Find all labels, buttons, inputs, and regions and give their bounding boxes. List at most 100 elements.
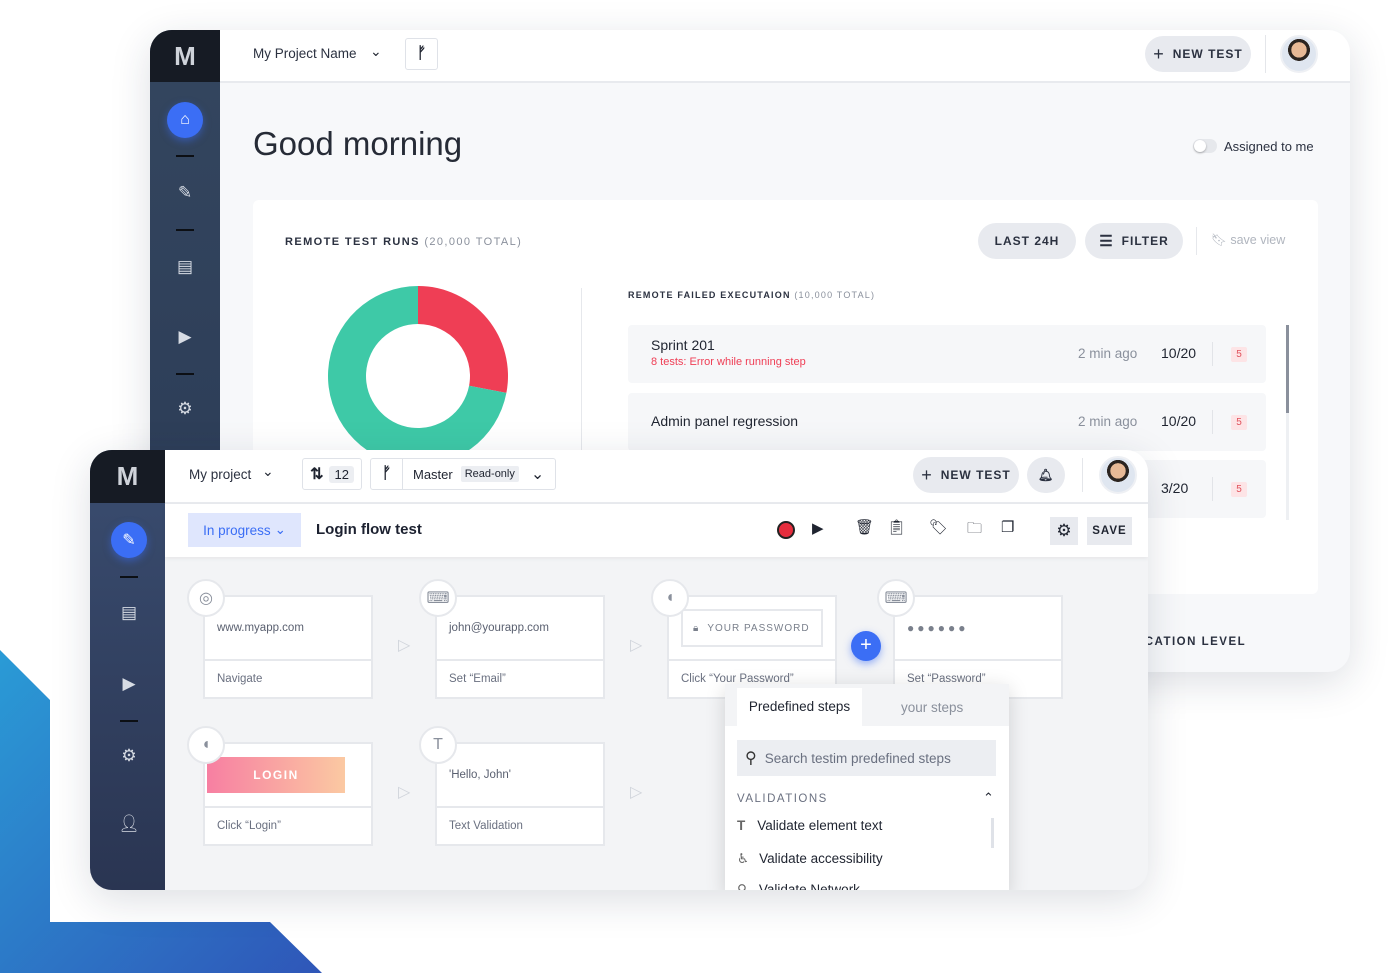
steps-panel: Predefined steps your steps ⚲ Search test… (725, 684, 1009, 890)
runs-donut-chart (328, 286, 508, 466)
assigned-toggle[interactable] (1193, 139, 1217, 153)
branch-selector[interactable]: ᚠ Master Read-only ⌄ (370, 458, 556, 490)
chevron-up-icon[interactable]: ⌃ (983, 790, 994, 806)
row-score: 3/20 (1161, 480, 1189, 496)
level-label: ICATION LEVEL (1140, 636, 1247, 648)
divider (1212, 342, 1213, 366)
step-card[interactable]: www.myapp.com Navigate (203, 595, 373, 699)
list-item[interactable]: ⚲ Validate Network (737, 882, 860, 890)
chevron-down-icon[interactable]: ⌄ (262, 463, 274, 480)
add-folder-icon[interactable]: 🗀 (967, 518, 982, 543)
arrow-icon: ▷ (398, 637, 411, 654)
play-icon[interactable]: ▶ (167, 327, 203, 347)
new-test-button[interactable]: + NEW TEST (1145, 36, 1251, 72)
accessibility-icon: ♿︎ (737, 851, 750, 866)
notifications-button[interactable]: 🔔︎ (1027, 457, 1065, 493)
scrollbar[interactable] (1286, 325, 1289, 520)
divider (120, 720, 138, 722)
new-test-label: NEW TEST (1172, 47, 1243, 61)
runs-title: REMOTE TEST RUNS (20,000 TOTAL) (285, 236, 523, 248)
project-selector[interactable]: My project (189, 467, 251, 482)
new-test-label: NEW TEST (940, 468, 1011, 482)
branch-icon: ᚠ (371, 459, 403, 489)
list-item[interactable]: ♿︎ Validate accessibility (737, 851, 883, 867)
steps-search-input[interactable]: ⚲ Search testim predefined steps (737, 740, 996, 776)
divider (1212, 477, 1213, 501)
divider (120, 576, 138, 578)
trash-icon[interactable]: 🗑︎ (855, 518, 874, 536)
count-badge: 5 (1231, 415, 1247, 430)
status-dropdown[interactable]: In progress ⌄ (188, 513, 301, 547)
record-icon[interactable] (777, 521, 795, 539)
step-value: john@yourapp.com (449, 622, 549, 634)
list-item[interactable]: T Validate element text (737, 818, 882, 833)
play-icon[interactable]: ▶ (812, 519, 824, 537)
failed-execution-row[interactable]: Admin panel regression 2 min ago 10/20 5 (628, 393, 1266, 451)
divider (1265, 35, 1266, 73)
divider (1212, 410, 1213, 434)
divider (176, 373, 194, 375)
plus-icon: + (1153, 43, 1165, 64)
editor-window: M ✎ ▤ ▶ ⚙ 👤︎ My project ⌄ ⇅ 12 ᚠ Master R… (90, 450, 1148, 890)
row-score: 10/20 (1161, 413, 1197, 429)
step-action: Navigate (217, 673, 263, 685)
pull-request-icon: ⇅ (310, 466, 324, 483)
project-selector[interactable]: My Project Name (253, 46, 357, 61)
mouse-icon: ◖ (187, 726, 225, 764)
play-icon[interactable]: ▶ (111, 674, 147, 694)
pull-requests-button[interactable]: ⇅ 12 (302, 458, 362, 490)
last-24h-button[interactable]: LAST 24H (978, 223, 1076, 259)
failed-title: REMOTE FAILED EXECUTAION (10,000 TOTAL) (628, 290, 876, 300)
new-test-button[interactable]: + NEW TEST (913, 457, 1019, 493)
user-icon[interactable]: 👤︎ (111, 814, 147, 834)
tab-your-steps[interactable]: your steps (901, 700, 963, 715)
sidebar: M ✎ ▤ ▶ ⚙ 👤︎ (90, 450, 165, 890)
arrow-icon: ▷ (630, 784, 643, 801)
logo: M (150, 30, 220, 82)
row-time: 2 min ago (1078, 346, 1138, 361)
divider (1082, 458, 1083, 492)
filter-label: FILTER (1121, 234, 1169, 248)
avatar[interactable] (1099, 456, 1137, 494)
copy-icon[interactable]: ❐ (1001, 518, 1014, 536)
step-value: www.myapp.com (217, 622, 304, 634)
tag-icon[interactable]: 🏷︎ (929, 518, 948, 536)
chrome-icon: ◎ (187, 579, 225, 617)
step-action: Click “Login” (217, 820, 281, 832)
failed-execution-row[interactable]: Sprint 201 8 tests: Error while running … (628, 325, 1266, 383)
scrollbar[interactable] (991, 818, 994, 848)
keyboard-icon: ⌨ (419, 579, 457, 617)
pencil-icon[interactable]: ✎ (167, 183, 203, 203)
save-button[interactable]: SAVE (1087, 517, 1132, 545)
tab-predefined-steps[interactable]: Predefined steps (737, 688, 862, 726)
list-icon[interactable]: ▤ (167, 257, 203, 277)
branch-button[interactable]: ᚠ (405, 38, 438, 70)
logo: M (90, 450, 165, 503)
avatar[interactable] (1280, 35, 1318, 73)
filter-button[interactable]: ☰ FILTER (1085, 223, 1183, 259)
row-error: 8 tests: Error while running step (651, 356, 806, 368)
home-icon[interactable]: ⌂ (167, 102, 203, 138)
row-name: Admin panel regression (651, 413, 799, 429)
add-step-button[interactable]: + (851, 631, 881, 661)
step-action: Set “Email” (449, 673, 506, 685)
chevron-down-icon[interactable]: ⌄ (370, 43, 382, 60)
clipboard-icon[interactable]: 📋︎ (887, 518, 906, 536)
step-card[interactable]: 'Hello, John' Text Validation (435, 742, 605, 846)
step-card[interactable]: LOGIN Click “Login” (203, 742, 373, 846)
list-icon[interactable]: ▤ (111, 603, 147, 623)
arrow-icon: ▷ (398, 784, 411, 801)
save-view-button[interactable]: 🔖︎ save view (1211, 233, 1285, 248)
step-action: Text Validation (449, 820, 523, 832)
search-placeholder: Search testim predefined steps (764, 750, 951, 766)
test-name: Login flow test (316, 521, 422, 538)
gear-icon[interactable]: ⚙ (167, 399, 203, 419)
pencil-icon[interactable]: ✎ (111, 522, 147, 558)
settings-button[interactable]: ⚙ (1050, 517, 1078, 545)
count-badge: 5 (1231, 347, 1247, 362)
gear-icon[interactable]: ⚙ (111, 746, 147, 766)
header: My project ⌄ ⇅ 12 ᚠ Master Read-only ⌄ + N… (165, 450, 1148, 504)
validations-header[interactable]: VALIDATIONS (737, 793, 828, 805)
step-card[interactable]: john@yourapp.com Set “Email” (435, 595, 605, 699)
text-icon: T (737, 818, 746, 833)
